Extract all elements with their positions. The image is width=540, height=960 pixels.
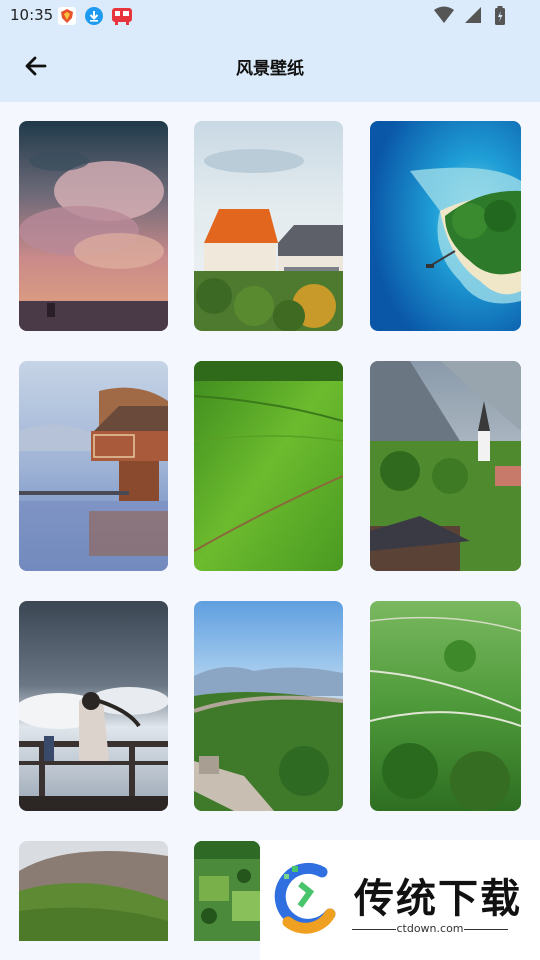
shield-app-icon	[57, 6, 77, 26]
wallpaper-grid	[0, 102, 540, 960]
page-title: 风景壁纸	[236, 59, 304, 79]
wifi-icon	[434, 6, 454, 28]
wallpaper-green-hills-road[interactable]	[370, 601, 521, 811]
wallpaper-green-field[interactable]	[194, 361, 343, 571]
watermark-brand: 传统下载	[354, 876, 522, 922]
watermark-divider	[464, 929, 508, 930]
watermark-logo	[270, 862, 348, 938]
wallpaper-anime-balcony[interactable]	[19, 601, 168, 811]
wallpaper-pink-clouds[interactable]	[19, 121, 168, 331]
download-app-icon	[84, 6, 104, 26]
wallpaper-countryside-fields[interactable]	[194, 841, 260, 941]
wallpaper-great-wall[interactable]	[194, 601, 343, 811]
battery-icon	[494, 6, 506, 30]
game-app-icon	[111, 6, 132, 26]
status-time: 10:35	[10, 6, 54, 24]
wallpaper-lake-house[interactable]	[19, 361, 168, 571]
wallpaper-tropical-island[interactable]	[370, 121, 521, 331]
wallpaper-alpine-village[interactable]	[370, 361, 521, 571]
status-bar: 10:35	[0, 0, 540, 32]
wallpaper-orange-roof-town[interactable]	[194, 121, 343, 331]
app-bar: 风景壁纸	[0, 32, 540, 102]
watermark: 传统下载 ctdown.com	[260, 840, 540, 960]
signal-icon	[464, 6, 482, 28]
top-bar: 10:35 风景壁纸	[0, 0, 540, 102]
wallpaper-mountain-slope[interactable]	[19, 841, 168, 941]
